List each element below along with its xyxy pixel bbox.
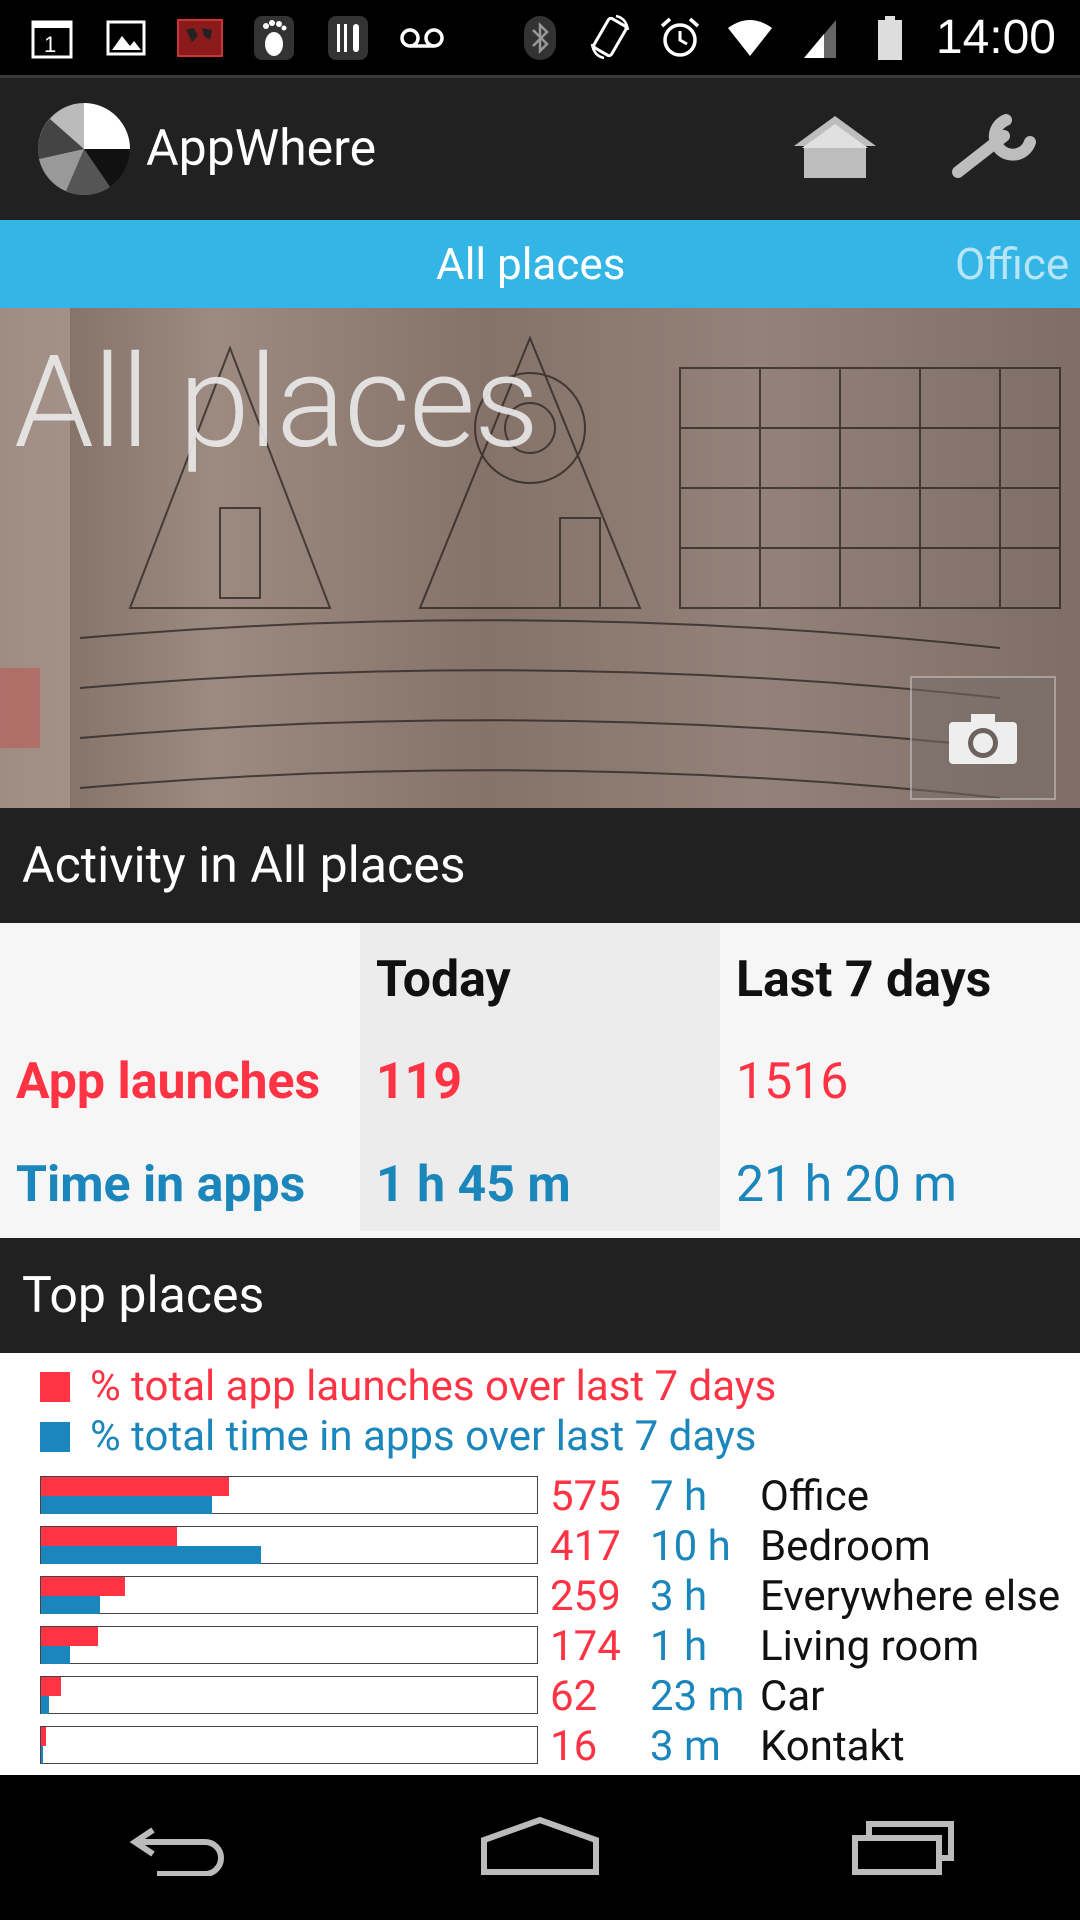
place-launch-count: 174: [550, 1622, 621, 1671]
place-row[interactable]: 174 1 h Living room: [40, 1622, 1080, 1671]
action-bar-actions: [790, 112, 1040, 186]
clock: 14:00: [935, 11, 1056, 64]
time-share-bar: [41, 1546, 262, 1564]
place-bar: [40, 1726, 538, 1764]
footsteps-icon: [250, 14, 298, 62]
time-share-bar: [41, 1696, 49, 1714]
place-launch-count: 16: [550, 1722, 598, 1771]
place-launch-count: 259: [550, 1572, 621, 1621]
place-name: Car: [760, 1672, 825, 1721]
place-bar: [40, 1626, 538, 1664]
col-today-header: Today: [376, 951, 511, 1009]
notification-icons: 1: [0, 14, 446, 62]
change-photo-button[interactable]: [910, 676, 1056, 800]
place-name: Everywhere else: [760, 1572, 1061, 1621]
time-share-bar: [41, 1646, 70, 1664]
map-icon: [176, 14, 224, 62]
time-in-apps-today: 1 h 45 m: [376, 1156, 571, 1214]
time-in-apps-week: 21 h 20 m: [736, 1156, 957, 1214]
voicemail-icon: [398, 14, 446, 62]
place-time: 3 h: [650, 1572, 708, 1621]
place-bar: [40, 1476, 538, 1514]
recents-icon[interactable]: [847, 1816, 957, 1880]
tab-office[interactable]: Office: [955, 238, 1069, 290]
place-launch-count: 575: [550, 1472, 621, 1521]
place-bar: [40, 1526, 538, 1564]
place-time: 10 h: [650, 1522, 731, 1571]
hero-title: All places: [14, 328, 539, 478]
place-launch-count: 417: [550, 1522, 621, 1571]
launch-share-bar: [41, 1527, 178, 1546]
bluetooth-icon: [516, 14, 564, 62]
time-share-bar: [41, 1496, 212, 1514]
restaurant-icon: [324, 14, 372, 62]
legend-time: % total time in apps over last 7 days: [40, 1412, 756, 1461]
place-row[interactable]: 417 10 h Bedroom: [40, 1522, 1080, 1571]
back-icon[interactable]: [123, 1816, 233, 1880]
home-nav-icon[interactable]: [480, 1816, 600, 1880]
launch-share-bar: [41, 1677, 61, 1696]
launch-share-bar: [41, 1627, 98, 1646]
place-time: 23 m: [650, 1672, 745, 1721]
place-time: 3 m: [650, 1722, 721, 1771]
system-icons: 14:00: [516, 10, 1080, 65]
launch-share-bar: [41, 1727, 46, 1746]
place-row[interactable]: 575 7 h Office: [40, 1472, 1080, 1521]
place-row[interactable]: 16 3 m Kontakt: [40, 1722, 1080, 1771]
place-hero-image: All places: [0, 308, 1080, 808]
legend-time-label: % total time in apps over last 7 days: [90, 1412, 757, 1461]
calendar-1-icon: 1: [28, 14, 76, 62]
place-launch-count: 62: [550, 1672, 598, 1721]
place-row[interactable]: 62 23 m Car: [40, 1672, 1080, 1721]
col-week-header: Last 7 days: [736, 951, 992, 1009]
launch-share-bar: [41, 1577, 126, 1596]
activity-table: Today Last 7 days App launches 119 1516 …: [0, 923, 1080, 1238]
wifi-icon: [726, 14, 774, 62]
place-name: Living room: [760, 1622, 980, 1671]
tab-all-places[interactable]: All places: [436, 238, 625, 290]
legend-time-swatch: [40, 1421, 70, 1452]
action-bar: AppWhere: [0, 75, 1080, 220]
app-title: AppWhere: [146, 120, 377, 178]
place-time: 1 h: [650, 1622, 708, 1671]
place-tab-strip[interactable]: All places Office: [0, 220, 1080, 308]
place-bar: [40, 1676, 538, 1714]
app-launches-week: 1516: [736, 1053, 849, 1111]
place-name: Office: [760, 1472, 869, 1521]
time-share-bar: [41, 1746, 43, 1764]
place-bar: [40, 1576, 538, 1614]
place-name: Kontakt: [760, 1722, 905, 1771]
top-places-header: Top places: [0, 1238, 1080, 1353]
place-name: Bedroom: [760, 1522, 931, 1571]
launch-share-bar: [41, 1477, 230, 1496]
activity-header: Activity in All places: [0, 808, 1080, 923]
app-launches-today: 119: [376, 1053, 463, 1111]
camera-icon: [949, 714, 1017, 764]
wrench-icon[interactable]: [950, 112, 1040, 186]
app-launches-label: App launches: [16, 1053, 321, 1111]
legend-launches: % total app launches over last 7 days: [40, 1362, 776, 1411]
rotate-icon: [586, 14, 634, 62]
legend-launches-label: % total app launches over last 7 days: [90, 1362, 777, 1411]
alarm-icon: [656, 14, 704, 62]
status-bar: 1 14:00: [0, 0, 1080, 75]
gallery-icon: [102, 14, 150, 62]
place-time: 7 h: [650, 1472, 708, 1521]
time-in-apps-label: Time in apps: [16, 1156, 306, 1214]
navigation-bar: [0, 1775, 1080, 1920]
legend-launches-swatch: [40, 1371, 70, 1402]
signal-icon: [796, 14, 844, 62]
svg-text:1: 1: [44, 32, 56, 57]
time-share-bar: [41, 1596, 101, 1614]
home-icon[interactable]: [790, 112, 880, 186]
app-logo-icon[interactable]: [36, 101, 132, 197]
place-row[interactable]: 259 3 h Everywhere else: [40, 1572, 1080, 1621]
battery-icon: [866, 14, 914, 62]
